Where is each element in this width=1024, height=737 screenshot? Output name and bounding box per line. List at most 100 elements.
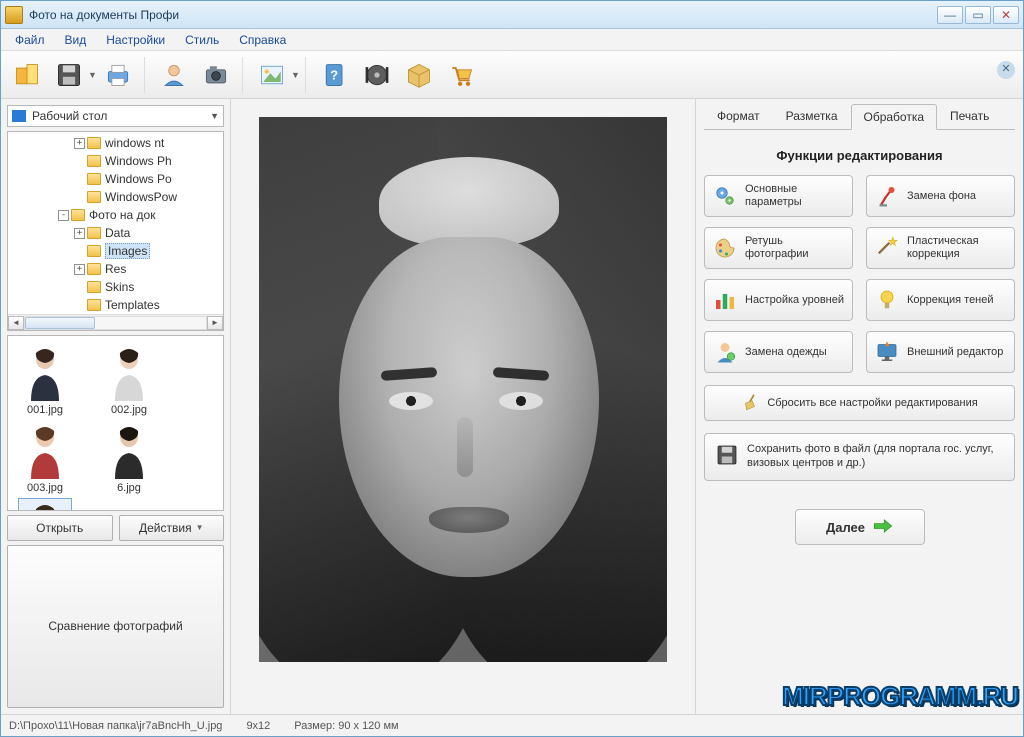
thumbnail-item[interactable]: 9.jpg [12, 498, 78, 511]
toolbar-help-icon[interactable]: ? [315, 55, 355, 95]
func-lamp-button[interactable]: Замена фона [866, 175, 1015, 217]
tree-item[interactable]: Windows Ph [10, 152, 223, 170]
next-button[interactable]: Далее [795, 509, 925, 545]
menu-view[interactable]: Вид [57, 31, 95, 49]
tree-item[interactable]: Skins [10, 278, 223, 296]
scroll-track[interactable] [24, 316, 207, 330]
menubar: Файл Вид Настройки Стиль Справка [1, 29, 1023, 51]
main-window: Фото на документы Профи — ▭ ✕ Файл Вид Н… [0, 0, 1024, 737]
minimize-button[interactable]: — [937, 6, 963, 24]
panel-title: Функции редактирования [704, 148, 1015, 163]
func-label: Пластическая коррекция [907, 235, 1006, 260]
tab-markup[interactable]: Разметка [773, 103, 851, 129]
close-button[interactable]: ✕ [993, 6, 1019, 24]
photo-preview[interactable] [259, 117, 667, 662]
folder-icon [87, 245, 101, 257]
tree-item[interactable]: +Data [10, 224, 223, 242]
tree-twist-icon[interactable]: - [58, 210, 69, 221]
left-panel: Рабочий стол ▼ +windows ntWindows PhWind… [1, 99, 231, 714]
scroll-right-icon[interactable]: ► [207, 316, 223, 330]
toolbar-open-icon[interactable] [7, 55, 47, 95]
scroll-thumb[interactable] [25, 317, 95, 329]
tree-twist-icon [74, 192, 85, 203]
thumbnail-caption: 6.jpg [96, 482, 162, 494]
thumbnail-item[interactable]: 001.jpg [12, 342, 78, 416]
center-panel [231, 99, 695, 714]
tree-item[interactable]: Templates [10, 296, 223, 314]
titlebar: Фото на документы Профи — ▭ ✕ [1, 1, 1023, 29]
menu-help[interactable]: Справка [231, 31, 294, 49]
tree-item[interactable]: WindowsPow [10, 188, 223, 206]
tab-format[interactable]: Формат [704, 103, 773, 129]
tree-twist-icon [74, 300, 85, 311]
folder-combo[interactable]: Рабочий стол ▼ [7, 105, 224, 127]
tree-label: Templates [105, 298, 160, 312]
tree-twist-icon[interactable]: + [74, 228, 85, 239]
tree-item[interactable]: - Фото на док [10, 206, 223, 224]
tree-label: Images [105, 243, 150, 259]
toolbar-package-icon[interactable] [399, 55, 439, 95]
tree-item[interactable]: Windows Po [10, 170, 223, 188]
maximize-button[interactable]: ▭ [965, 6, 991, 24]
toolbar-user-icon[interactable] [154, 55, 194, 95]
bulb-icon [875, 288, 899, 312]
open-button[interactable]: Открыть [7, 515, 113, 541]
func-bulb-button[interactable]: Коррекция теней [866, 279, 1015, 321]
save-file-button[interactable]: Сохранить фото в файл (для портала гос. … [704, 433, 1015, 481]
tab-processing[interactable]: Обработка [851, 104, 938, 130]
toolbar-camera-icon[interactable] [196, 55, 236, 95]
folder-icon [87, 191, 101, 203]
right-panel: Формат Разметка Обработка Печать Функции… [695, 99, 1023, 714]
func-label: Ретушь фотографии [745, 235, 844, 260]
toolbar-cart-icon[interactable] [441, 55, 481, 95]
func-label: Основные параметры [745, 183, 844, 208]
folder-icon [87, 299, 101, 311]
func-person-button[interactable]: Замена одежды [704, 331, 853, 373]
thumbnail-caption: 001.jpg [12, 404, 78, 416]
func-monitor-button[interactable]: Внешний редактор [866, 331, 1015, 373]
func-wand-button[interactable]: Пластическая коррекция [866, 227, 1015, 269]
tree-hscroll[interactable]: ◄ ► [8, 314, 223, 330]
folder-icon [87, 173, 101, 185]
func-palette-button[interactable]: Ретушь фотографии [704, 227, 853, 269]
tree-item[interactable]: Images [10, 242, 223, 260]
tree-label: Фото на док [89, 208, 155, 222]
status-path: D:\Прохо\11\Новая папка\jr7aBncHh_U.jpg [9, 720, 222, 732]
menu-style[interactable]: Стиль [177, 31, 227, 49]
tree-item[interactable]: +windows nt [10, 134, 223, 152]
thumbnail-item[interactable]: 003.jpg [12, 420, 78, 494]
toolbar-print-icon[interactable] [98, 55, 138, 95]
toolbar-save-icon[interactable] [49, 55, 89, 95]
compare-button[interactable]: Сравнение фотографий [7, 545, 224, 709]
toolbar-image-icon[interactable] [252, 55, 292, 95]
monitor-icon [875, 340, 899, 364]
body: Рабочий стол ▼ +windows ntWindows PhWind… [1, 99, 1023, 714]
window-title: Фото на документы Профи [29, 8, 935, 22]
menu-settings[interactable]: Настройки [98, 31, 173, 49]
arrow-right-icon [873, 518, 893, 537]
actions-button[interactable]: Действия▼ [119, 515, 225, 541]
thumbnail-item[interactable]: 6.jpg [96, 420, 162, 494]
func-gears-button[interactable]: Основные параметры [704, 175, 853, 217]
toolbar-image-dropdown[interactable]: ▼ [291, 70, 299, 80]
bars-icon [713, 288, 737, 312]
thumbnail-item[interactable]: 002.jpg [96, 342, 162, 416]
scroll-left-icon[interactable]: ◄ [8, 316, 24, 330]
toolbar-video-icon[interactable] [357, 55, 397, 95]
tree-twist-icon[interactable]: + [74, 264, 85, 275]
tree-label: Res [105, 262, 126, 276]
toolbar-close-round-icon[interactable]: ✕ [997, 61, 1015, 79]
func-bars-button[interactable]: Настройка уровней [704, 279, 853, 321]
tree-twist-icon[interactable]: + [74, 138, 85, 149]
chevron-down-icon: ▼ [210, 111, 219, 121]
wand-icon [875, 236, 899, 260]
tab-print[interactable]: Печать [937, 103, 1002, 129]
tree-body[interactable]: +windows ntWindows PhWindows PoWindowsPo… [8, 132, 223, 314]
toolbar-save-dropdown[interactable]: ▼ [88, 70, 96, 80]
folder-icon [71, 209, 85, 221]
menu-file[interactable]: Файл [7, 31, 53, 49]
photo-overlay [259, 117, 667, 662]
tree-item[interactable]: + Res [10, 260, 223, 278]
func-label: Коррекция теней [907, 294, 994, 307]
reset-button[interactable]: Сбросить все настройки редактирования [704, 385, 1015, 421]
